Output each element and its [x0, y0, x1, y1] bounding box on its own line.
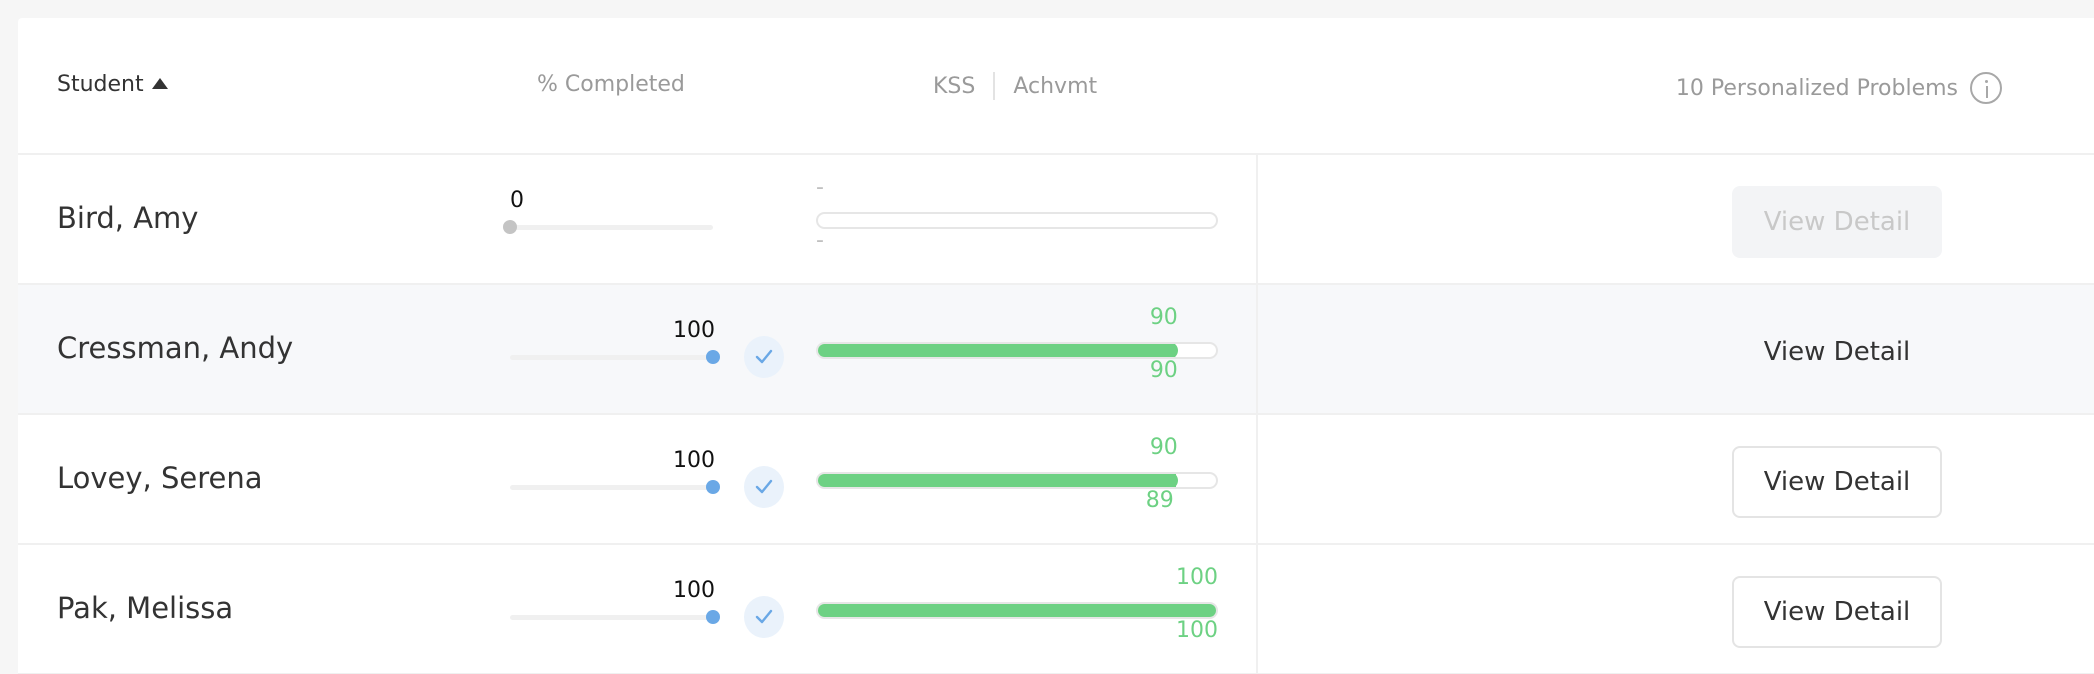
completed-check-icon — [744, 336, 784, 378]
kss-value: 90 — [1149, 435, 1178, 460]
achvmt-value: 90 — [1149, 358, 1178, 383]
kss-value: 100 — [1176, 565, 1218, 590]
completion-value: 100 — [673, 318, 715, 343]
completion-handle — [706, 350, 720, 364]
column-header-student-label: Student — [57, 72, 144, 97]
column-divider — [1256, 415, 1258, 543]
completion-value: 100 — [673, 578, 715, 603]
completed-check-icon — [744, 596, 784, 638]
achvmt-value: 100 — [1176, 618, 1218, 643]
completion-track — [510, 485, 713, 490]
student-name[interactable]: Pak, Melissa — [57, 591, 233, 625]
column-header-achvmt: Achvmt — [1013, 73, 1098, 99]
completion-track — [510, 615, 713, 620]
column-divider — [1256, 285, 1258, 413]
student-name[interactable]: Lovey, Serena — [57, 461, 263, 495]
kss-achvmt-bar: 100 100 — [816, 545, 1218, 673]
kss-fill — [818, 604, 1216, 617]
completed-check-icon — [744, 466, 784, 508]
kss-achvmt-bar: 90 90 — [816, 285, 1218, 413]
kss-value: - — [816, 175, 824, 200]
table-row: Bird, Amy 0 - - View Detail — [18, 155, 2094, 285]
completion-slider: 100 — [510, 545, 790, 673]
column-header-student[interactable]: Student — [57, 72, 168, 97]
kss-achvmt-bar: 90 89 — [816, 415, 1218, 543]
sort-ascending-icon[interactable] — [151, 77, 168, 89]
table-row: Pak, Melissa 100 100 100 View Detail — [18, 545, 2094, 674]
table-row: Lovey, Serena 100 90 89 View Detail — [18, 415, 2094, 545]
table-header: Student % Completed KSS Achvmt 10 Person… — [18, 18, 2094, 155]
column-divider — [1256, 155, 1258, 283]
column-header-personalized-problems: 10 Personalized Problems — [1676, 72, 2002, 104]
kss-track — [816, 212, 1218, 229]
view-detail-button[interactable]: View Detail — [1732, 316, 1942, 388]
kss-fill — [818, 344, 1178, 357]
kss-fill — [818, 474, 1178, 487]
completion-slider: 0 — [503, 155, 790, 283]
achvmt-value: 89 — [1145, 488, 1174, 513]
completion-value: 0 — [510, 188, 524, 213]
personalized-problems-label: 10 Personalized Problems — [1675, 75, 1958, 101]
table-row: Cressman, Andy 100 90 90 View Detail — [18, 285, 2094, 415]
column-divider — [1256, 545, 1258, 673]
kss-track — [816, 342, 1218, 359]
achvmt-marker — [1171, 474, 1176, 487]
achvmt-value: - — [816, 228, 824, 253]
completion-handle — [706, 610, 720, 624]
completion-track — [510, 225, 713, 230]
completion-handle — [503, 220, 517, 234]
completion-track — [510, 355, 713, 360]
completion-slider: 100 — [510, 285, 790, 413]
info-icon[interactable] — [1970, 72, 2002, 104]
column-header-kss: KSS — [933, 73, 976, 99]
column-header-completed: % Completed — [537, 72, 685, 97]
kss-track — [816, 472, 1218, 489]
kss-achvmt-bar: - - — [816, 155, 1218, 283]
student-name[interactable]: Cressman, Andy — [57, 331, 293, 365]
completion-value: 100 — [673, 448, 715, 473]
kss-value: 90 — [1149, 305, 1178, 330]
completion-handle — [706, 480, 720, 494]
completion-slider: 100 — [510, 415, 790, 543]
kss-track — [816, 602, 1218, 619]
column-header-kss-achvmt: KSS Achvmt — [933, 72, 1097, 100]
view-detail-button[interactable]: View Detail — [1732, 576, 1942, 648]
student-progress-table: Student % Completed KSS Achvmt 10 Person… — [18, 18, 2094, 674]
student-name[interactable]: Bird, Amy — [57, 201, 198, 235]
header-divider — [993, 72, 996, 100]
view-detail-button[interactable]: View Detail — [1732, 446, 1942, 518]
view-detail-button: View Detail — [1732, 186, 1942, 258]
